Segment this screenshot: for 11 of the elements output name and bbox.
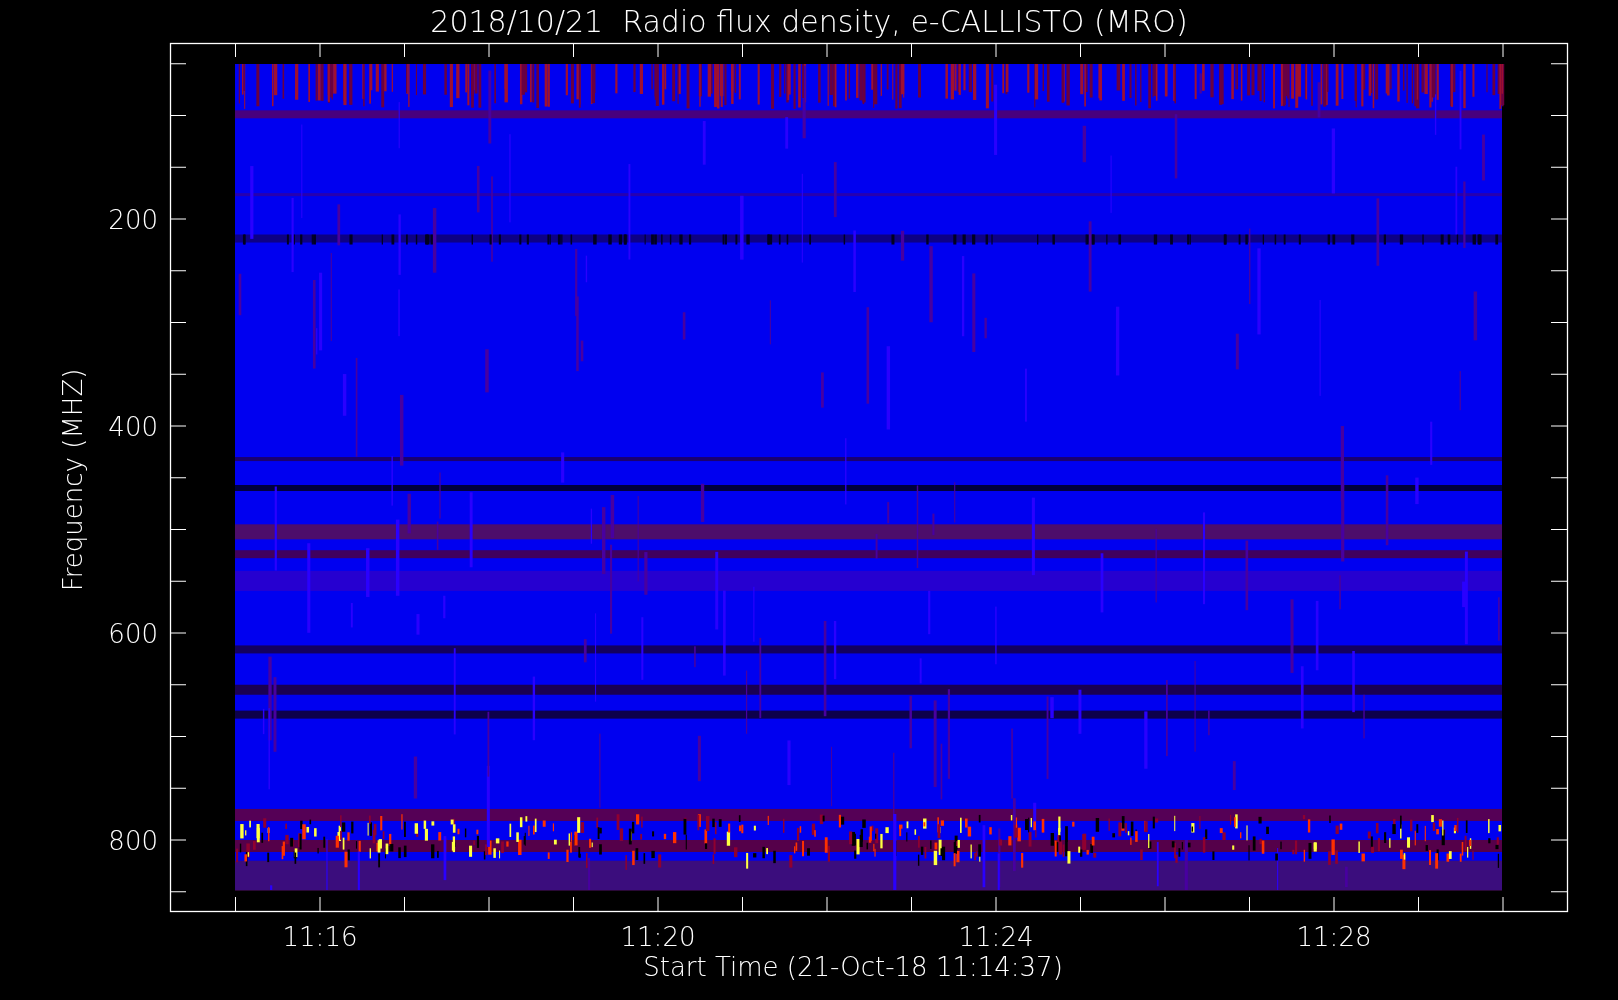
- y-axis-label: Frequency (MHZ): [58, 368, 88, 592]
- x-tick-label: 11:20: [620, 922, 696, 952]
- y-tick-label: 200: [108, 205, 158, 235]
- y-tick-label: 600: [108, 619, 158, 649]
- x-tick-label: 11:24: [958, 922, 1034, 952]
- y-tick-label: 400: [108, 412, 158, 442]
- x-axis-label: Start Time (21-Oct-18 11:14:37): [643, 952, 1063, 982]
- y-tick-label: 800: [108, 826, 158, 856]
- x-tick-label: 11:16: [282, 922, 358, 952]
- x-tick-label: 11:28: [1296, 922, 1372, 952]
- chart-title: 2018/10/21 Radio flux density, e-CALLISTO (MRO): [430, 4, 1188, 39]
